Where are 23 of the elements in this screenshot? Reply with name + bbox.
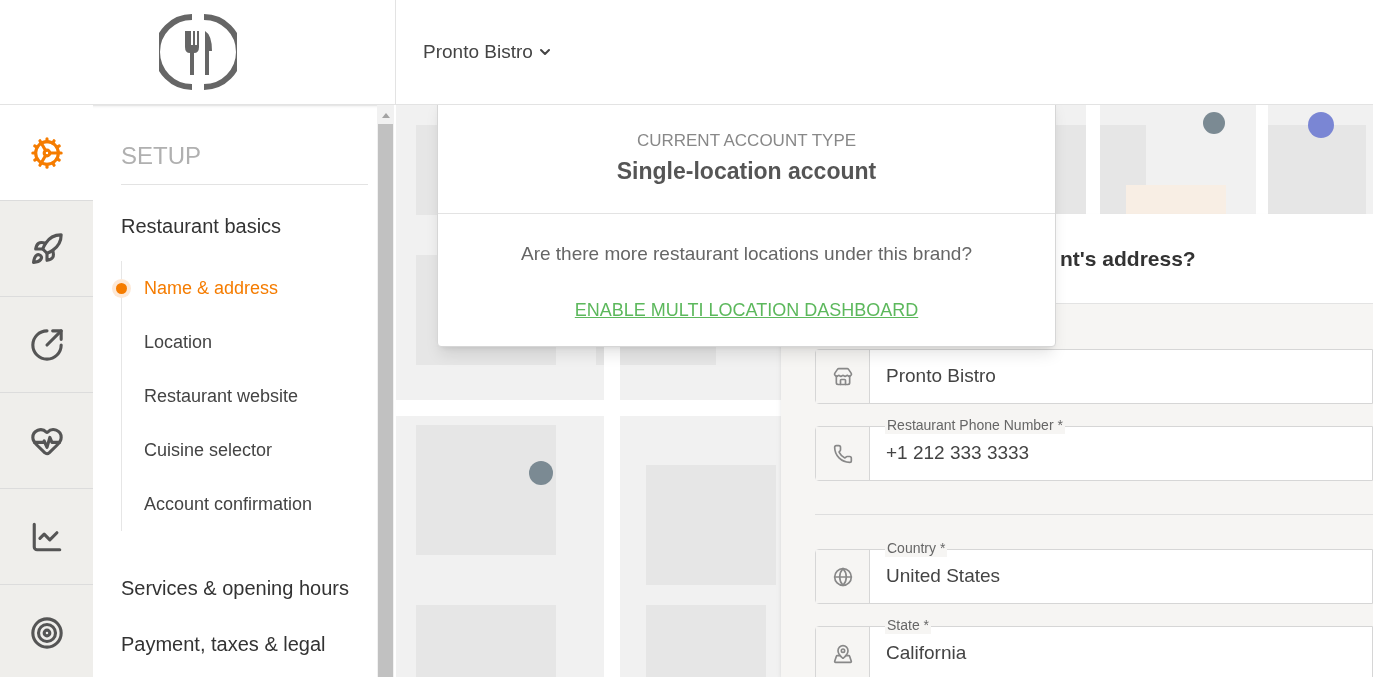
nav-item[interactable]: Location bbox=[144, 328, 213, 356]
form-heading: nt's address? bbox=[1060, 245, 1196, 272]
restaurant-dropdown[interactable]: Pronto Bistro bbox=[423, 37, 553, 67]
globe-icon bbox=[832, 566, 853, 587]
nav-item[interactable]: Cuisine selector bbox=[144, 436, 273, 464]
phone-icon bbox=[832, 443, 853, 464]
rocket-icon bbox=[29, 231, 64, 266]
account-type: Single-location account bbox=[616, 156, 877, 186]
nav-section[interactable]: Payment, taxes & legal bbox=[121, 629, 368, 659]
arrow-circle-icon bbox=[29, 327, 64, 362]
nav-section[interactable]: Restaurant basics bbox=[121, 211, 368, 241]
account-type-caption: CURRENT ACCOUNT TYPE bbox=[636, 130, 857, 152]
nav-item[interactable]: Restaurant website bbox=[144, 382, 299, 410]
target-icon bbox=[29, 615, 64, 650]
scroll-up-icon bbox=[381, 113, 390, 118]
question-text: Are there more restaurant locations under this brand? bbox=[521, 242, 972, 266]
nav-section[interactable]: Services & opening hours bbox=[121, 573, 368, 603]
setup-title: SETUP bbox=[121, 138, 368, 185]
fork-knife-logo-icon bbox=[158, 13, 237, 91]
input-field[interactable]: Pronto Bistro bbox=[815, 349, 1373, 404]
store-icon bbox=[832, 366, 853, 387]
field-label: Restaurant Phone Number * bbox=[885, 416, 1065, 434]
nav-item[interactable]: Account confirmation bbox=[144, 490, 313, 518]
